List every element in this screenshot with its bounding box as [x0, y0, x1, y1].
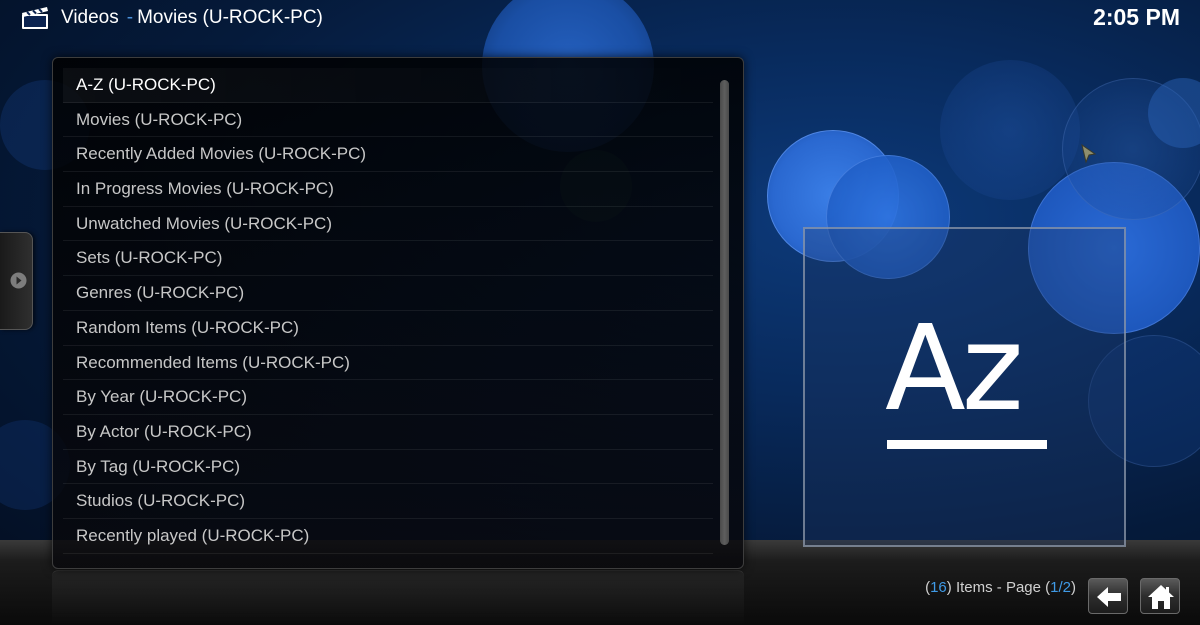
- bokeh-decoration: [940, 60, 1080, 200]
- clapperboard-icon: [22, 7, 48, 29]
- clock: 2:05 PM: [1093, 4, 1180, 30]
- status-close-paren: ): [1071, 579, 1076, 596]
- list-item[interactable]: By Year (U-ROCK-PC): [63, 380, 713, 415]
- header-subtitle: Movies (U-ROCK-PC): [137, 7, 323, 28]
- home-icon: [1148, 585, 1174, 609]
- list-item[interactable]: Random Items (U-ROCK-PC): [63, 311, 713, 346]
- list-item[interactable]: Sets (U-ROCK-PC): [63, 241, 713, 277]
- status-items-page-text: ) Items - Page (: [946, 579, 1051, 596]
- thumbnail-underline: [887, 440, 1047, 449]
- list-item[interactable]: Genres (U-ROCK-PC): [63, 276, 713, 311]
- item-count-status: (16) Items - Page (1/2): [925, 579, 1076, 596]
- a-z-sort-icon: Az: [885, 299, 1024, 437]
- header-bar: Videos - Movies (U-ROCK-PC) 2:05 PM: [0, 0, 1200, 38]
- list-item[interactable]: Studios (U-ROCK-PC): [63, 484, 713, 519]
- media-list: A-Z (U-ROCK-PC) Movies (U-ROCK-PC) Recentl…: [63, 68, 713, 554]
- side-menu-tab[interactable]: [0, 232, 33, 330]
- scrollbar-thumb[interactable]: [720, 80, 729, 545]
- back-button[interactable]: [1088, 578, 1128, 614]
- scrollbar[interactable]: [720, 80, 729, 545]
- list-item[interactable]: By Tag (U-ROCK-PC): [63, 450, 713, 485]
- header-separator: -: [126, 7, 134, 28]
- list-item[interactable]: By Actor (U-ROCK-PC): [63, 415, 713, 450]
- page-indicator: 1/2: [1050, 579, 1071, 596]
- header-title: Videos - Movies (U-ROCK-PC): [61, 7, 323, 29]
- section-title: Videos: [61, 7, 119, 28]
- list-item[interactable]: Unwatched Movies (U-ROCK-PC): [63, 207, 713, 242]
- list-item[interactable]: In Progress Movies (U-ROCK-PC): [63, 172, 713, 207]
- arrow-right-icon: [10, 272, 27, 289]
- list-item[interactable]: Recently played (U-ROCK-PC): [63, 519, 713, 554]
- item-count: 16: [930, 579, 947, 596]
- bokeh-decoration: [1148, 78, 1200, 148]
- kodi-screen: Videos - Movies (U-ROCK-PC) 2:05 PM A-Z (U…: [0, 0, 1200, 625]
- item-thumbnail: Az: [803, 227, 1126, 547]
- list-item[interactable]: A-Z (U-ROCK-PC): [63, 68, 713, 103]
- list-item[interactable]: Recently Added Movies (U-ROCK-PC): [63, 137, 713, 173]
- home-button[interactable]: [1140, 578, 1180, 614]
- mouse-cursor-icon: [1081, 144, 1097, 164]
- back-arrow-icon: [1097, 587, 1121, 607]
- list-item[interactable]: Movies (U-ROCK-PC): [63, 103, 713, 138]
- media-list-panel: A-Z (U-ROCK-PC) Movies (U-ROCK-PC) Recentl…: [52, 57, 744, 569]
- list-item[interactable]: Recommended Items (U-ROCK-PC): [63, 346, 713, 381]
- list-reflection: [52, 570, 744, 625]
